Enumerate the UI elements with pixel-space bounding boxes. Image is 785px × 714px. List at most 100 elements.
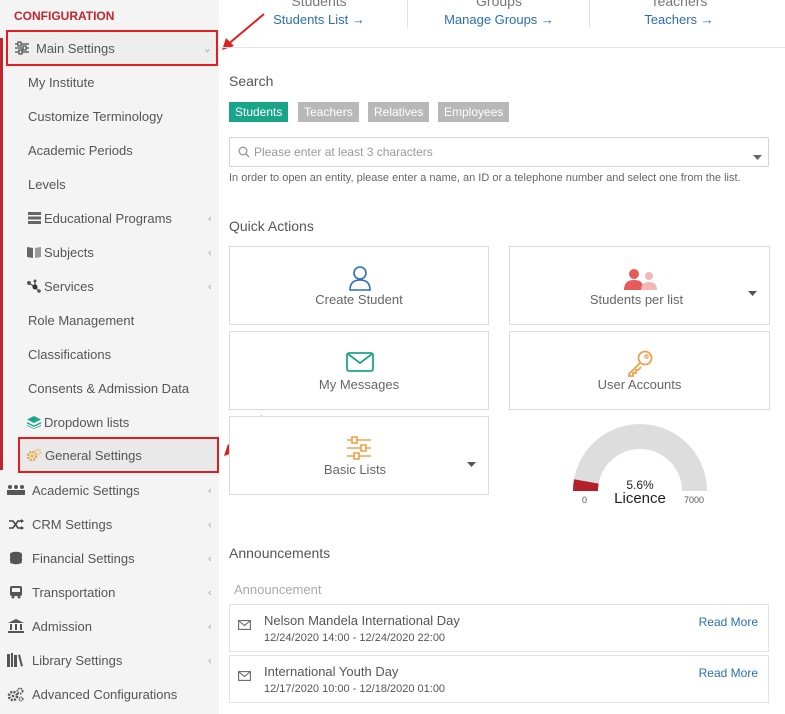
sidebar-item-general-settings[interactable]: General Settings	[18, 437, 219, 473]
sidebar-section-library-settings[interactable]: Library Settings ‹	[6, 645, 218, 675]
sidebar-item-label: Levels	[28, 176, 66, 192]
sidebar-item-label: Subjects	[44, 244, 94, 260]
search-help-text: In order to open an entity, please enter…	[229, 172, 741, 184]
announcements-column-header: Announcement	[234, 581, 322, 597]
book-icon	[26, 244, 42, 260]
sidebar-item-subjects[interactable]: Subjects ‹	[26, 237, 218, 267]
sidebar-item-label: Consents & Admission Data	[28, 380, 190, 396]
user-accounts-card[interactable]: User Accounts	[509, 331, 770, 410]
sidebar-item-my-institute[interactable]: My Institute	[28, 67, 94, 97]
sidebar-item-label: My Institute	[28, 74, 95, 90]
bank-icon	[6, 618, 26, 634]
card-label: My Messages	[318, 377, 400, 392]
manage-groups-link[interactable]: Manage Groups →	[419, 12, 579, 27]
envelope-icon	[238, 617, 251, 635]
sidebar-item-educational-programs[interactable]: Educational Programs ‹	[26, 203, 218, 233]
sidebar-item-levels[interactable]: Levels	[28, 169, 66, 199]
sidebar-section-crm-settings[interactable]: CRM Settings ‹	[6, 509, 218, 539]
sidebar-item-role-management[interactable]: Role Management	[28, 305, 134, 335]
card-label: Students per list	[589, 292, 684, 307]
topnav-teachers: Teachers Teachers →	[599, 0, 759, 30]
sidebar-item-label: Financial Settings	[32, 550, 135, 566]
create-student-card[interactable]: Create Student	[229, 246, 489, 325]
search-input[interactable]: Please enter at least 3 characters	[229, 137, 769, 167]
basic-lists-card[interactable]: Basic Lists	[229, 416, 489, 495]
sidebar-item-dropdown-lists[interactable]: Dropdown lists	[26, 407, 129, 437]
shuffle-icon	[6, 516, 26, 532]
coins-icon	[6, 550, 26, 566]
announcement-date: 12/17/2020 10:00 - 12/18/2020 01:00	[264, 683, 446, 695]
sidebar-section-academic-settings[interactable]: Academic Settings ‹	[6, 475, 218, 505]
divider	[407, 0, 408, 28]
sidebar-item-label: Classifications	[28, 346, 112, 362]
topnav-heading: Students	[291, 0, 347, 9]
sidebar-item-services[interactable]: Services ‹	[26, 271, 218, 301]
sidebar-item-main-settings[interactable]: Main Settings ⌄	[6, 30, 218, 66]
top-nav: Students Students List → Groups Manage G…	[219, 0, 785, 48]
sidebar-item-consents-admission[interactable]: Consents & Admission Data	[28, 373, 189, 403]
search-placeholder: Please enter at least 3 characters	[254, 145, 433, 159]
sidebar-item-label: General Settings	[45, 447, 142, 463]
students-per-list-card[interactable]: Students per list	[509, 246, 770, 325]
cogs-icon	[6, 686, 26, 702]
chevron-left-icon: ‹	[207, 619, 212, 633]
sidebar-title: CONFIGURATION	[14, 9, 115, 23]
search-heading: Search	[229, 73, 274, 89]
library-icon	[6, 652, 26, 668]
envelope-icon	[238, 668, 251, 686]
tab-relatives[interactable]: Relatives	[368, 102, 430, 122]
my-messages-card[interactable]: My Messages	[229, 331, 489, 410]
caret-down-icon[interactable]	[753, 148, 762, 166]
tab-teachers[interactable]: Teachers	[298, 102, 359, 122]
card-label: Basic Lists	[323, 462, 387, 477]
layers-icon	[26, 414, 42, 430]
tab-students[interactable]: Students	[229, 102, 289, 122]
sliders-icon	[346, 436, 372, 465]
caret-down-icon[interactable]	[467, 460, 476, 471]
sidebar-item-classifications[interactable]: Classifications	[28, 339, 111, 369]
sidebar-item-academic-periods[interactable]: Academic Periods	[28, 135, 133, 165]
gears-icon	[26, 447, 42, 463]
sidebar-item-label: Dropdown lists	[44, 414, 130, 430]
sidebar-section-financial-settings[interactable]: Financial Settings ‹	[6, 543, 218, 573]
chevron-left-icon: ‹	[207, 245, 212, 259]
sidebar-item-customize-terminology[interactable]: Customize Terminology	[28, 101, 163, 131]
nodes-icon	[26, 278, 42, 294]
sidebar-section-admission[interactable]: Admission ‹	[6, 611, 218, 641]
sidebar-section-advanced-configurations[interactable]: Advanced Configurations	[6, 679, 218, 709]
students-list-link[interactable]: Students List →	[239, 12, 399, 27]
topnav-heading: Groups	[476, 0, 522, 9]
sidebar-item-label: CRM Settings	[32, 516, 113, 532]
sidebar-item-label: Customize Terminology	[28, 108, 163, 124]
announcement-item[interactable]: Nelson Mandela International Day 12/24/2…	[229, 604, 769, 652]
sidebar-accent-bar	[0, 38, 3, 470]
announcement-title: International Youth Day	[264, 664, 399, 679]
users-icon	[624, 268, 658, 295]
announcement-item[interactable]: International Youth Day 12/17/2020 10:00…	[229, 655, 769, 703]
bus-icon	[6, 584, 26, 600]
teachers-link[interactable]: Teachers →	[599, 12, 759, 27]
read-more-link[interactable]: Read More	[699, 615, 758, 629]
envelope-icon	[346, 352, 374, 377]
gauge-min-label: 0	[582, 495, 588, 505]
sliders-icon	[14, 40, 30, 56]
chevron-left-icon: ‹	[207, 585, 212, 599]
quick-actions-heading: Quick Actions	[229, 218, 314, 234]
people-icon	[6, 482, 26, 498]
caret-down-icon[interactable]	[748, 289, 757, 300]
sidebar-item-label: Admission	[32, 618, 92, 634]
chevron-left-icon: ‹	[207, 551, 212, 565]
announcement-title: Nelson Mandela International Day	[264, 613, 460, 628]
chevron-down-icon: ⌄	[202, 41, 212, 55]
search-icon	[238, 146, 250, 158]
gauge-max-label: 7000	[684, 495, 705, 505]
read-more-link[interactable]: Read More	[699, 666, 758, 680]
chevron-left-icon: ‹	[207, 653, 212, 667]
tab-employees[interactable]: Employees	[438, 102, 510, 122]
sidebar-item-label: Academic Settings	[32, 482, 140, 498]
chevron-left-icon: ‹	[207, 279, 212, 293]
chevron-left-icon: ‹	[207, 211, 212, 225]
sidebar-section-transportation[interactable]: Transportation ‹	[6, 577, 218, 607]
sidebar: CONFIGURATION Main Settings ⌄ My Institu…	[0, 0, 219, 714]
topnav-heading: Teachers	[650, 0, 708, 9]
